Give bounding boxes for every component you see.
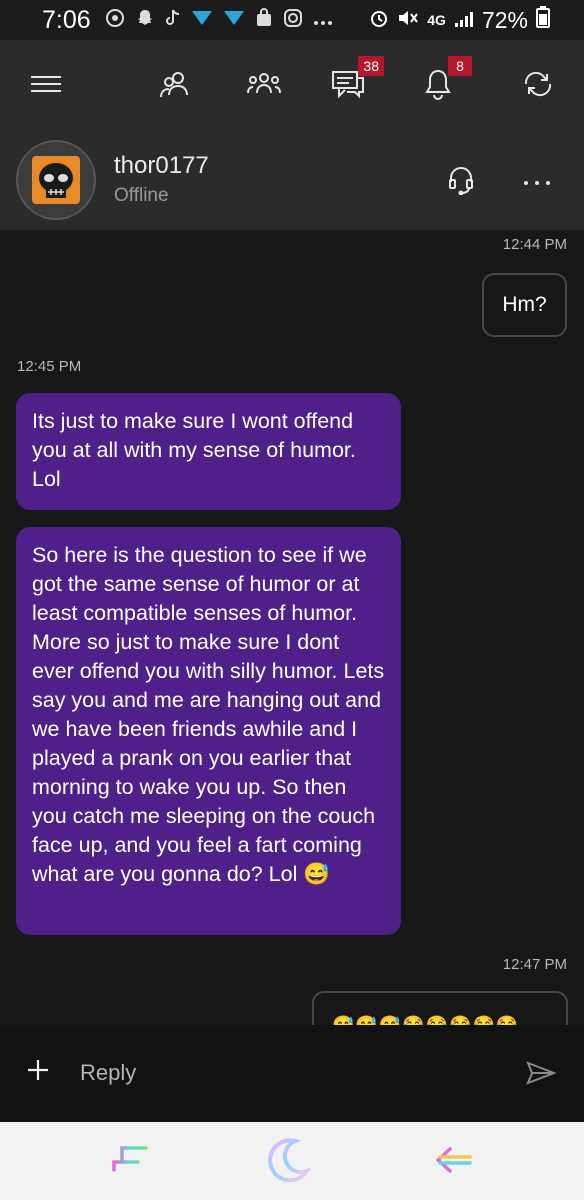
recents-icon	[110, 1140, 150, 1185]
send-icon	[526, 1061, 557, 1089]
message-text: Hm?	[502, 293, 547, 316]
friends-button[interactable]	[152, 64, 196, 108]
menu-button[interactable]	[24, 64, 68, 108]
message-timestamp: 12:45 PM	[17, 358, 82, 375]
back-arrow-icon	[434, 1145, 474, 1180]
recents-button[interactable]	[108, 1140, 152, 1184]
reply-composer: Reply	[0, 1025, 584, 1122]
more-icon	[523, 173, 551, 191]
alarm-icon	[369, 7, 389, 34]
notifications-badge: 8	[448, 56, 472, 76]
more-options-button[interactable]	[517, 162, 557, 202]
vpn-icon	[223, 9, 245, 32]
bag-icon	[255, 7, 273, 33]
message-text: Its just to make sure I wont offend you …	[32, 409, 356, 491]
send-button[interactable]	[526, 1061, 557, 1090]
network-type: 4G	[427, 12, 446, 28]
plus-icon	[26, 1053, 50, 1089]
home-button[interactable]	[266, 1137, 312, 1184]
avatar[interactable]	[16, 140, 96, 220]
party-button[interactable]	[242, 64, 286, 108]
messages-button[interactable]: 38	[326, 56, 384, 108]
received-message[interactable]: So here is the question to see if we got…	[16, 527, 401, 935]
notifications-button[interactable]: 8	[416, 56, 472, 108]
messages-badge: 38	[358, 56, 384, 76]
message-list[interactable]: 12:44 PM Hm? 12:45 PM Its just to make s…	[0, 230, 584, 1025]
chrome-icon	[105, 8, 125, 33]
headset-icon	[448, 165, 474, 200]
friends-icon	[159, 69, 189, 104]
status-bar: 7:06 4G 72%	[0, 0, 584, 40]
voice-call-button[interactable]	[441, 162, 481, 202]
sent-message[interactable]: 😅😅😅😂😂😂😂😂	[312, 991, 568, 1025]
conversation-username: thor0177	[114, 152, 209, 179]
message-text: 😅😅😅😂😂😂😂😂	[332, 1015, 520, 1025]
battery-level: 72%	[481, 6, 528, 33]
sent-message[interactable]: Hm?	[482, 273, 567, 337]
tiktok-icon	[165, 8, 181, 33]
status-time: 7:06	[42, 5, 91, 34]
party-icon	[247, 69, 281, 104]
reply-input[interactable]: Reply	[80, 1060, 136, 1086]
status-app-icons	[105, 7, 333, 33]
snapchat-icon	[135, 8, 155, 33]
sync-button[interactable]	[516, 64, 560, 108]
message-text: So here is the question to see if we got…	[32, 543, 385, 886]
sync-icon	[522, 70, 554, 103]
system-nav-bar	[0, 1122, 584, 1200]
received-message[interactable]: Its just to make sure I wont offend you …	[16, 393, 401, 510]
message-timestamp: 12:44 PM	[502, 236, 567, 253]
conversation-header: thor0177 Offline	[0, 132, 584, 230]
status-system-icons: 4G 72%	[369, 6, 550, 34]
mute-icon	[397, 7, 419, 34]
instagram-icon	[283, 8, 303, 33]
message-timestamp: 12:47 PM	[502, 956, 567, 973]
signal-icon	[454, 7, 474, 34]
hamburger-icon	[30, 74, 62, 99]
vpn-icon	[191, 9, 213, 32]
more-dots-icon	[313, 10, 333, 31]
back-button[interactable]	[432, 1140, 476, 1184]
top-nav: 38 8	[0, 40, 584, 132]
battery-icon	[536, 6, 550, 34]
presence-status: Offline	[114, 185, 169, 206]
add-attachment-button[interactable]	[26, 1055, 50, 1087]
moon-icon	[265, 1137, 312, 1188]
